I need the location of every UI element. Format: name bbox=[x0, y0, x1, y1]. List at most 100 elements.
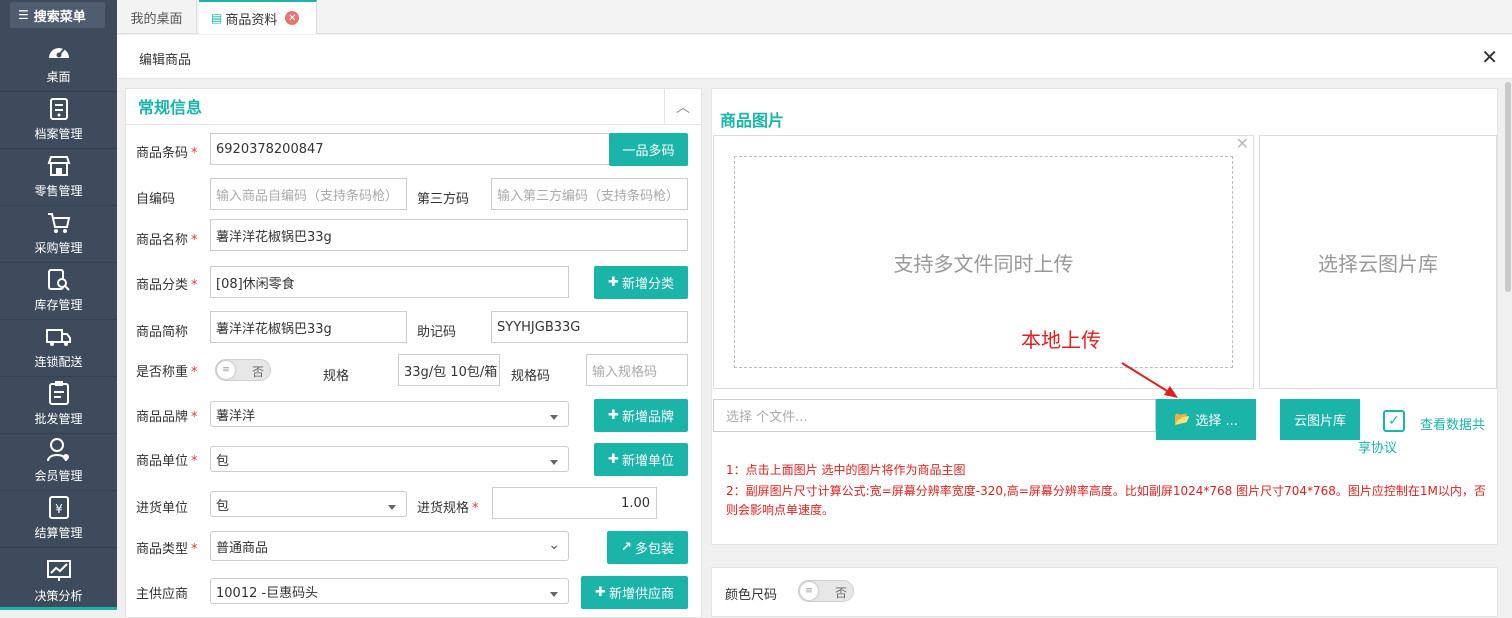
scrollbar[interactable] bbox=[1504, 80, 1512, 610]
sidebar-item-purchase[interactable]: 采购管理 bbox=[0, 207, 117, 263]
truck-icon bbox=[45, 329, 71, 346]
purchase-unit-select[interactable]: 包 bbox=[210, 491, 407, 517]
local-upload-annotation: 本地上传 bbox=[1021, 328, 1101, 352]
sidebar-item-retail[interactable]: 零售管理 bbox=[0, 150, 117, 206]
svg-text:¥: ¥ bbox=[55, 502, 63, 516]
category-label: 商品分类 * bbox=[136, 278, 198, 293]
spec-input[interactable]: 33g/包 10包/箱 bbox=[398, 354, 500, 386]
tab-bar: 我的桌面 ▤ 商品资料 ✕ bbox=[117, 0, 1512, 34]
collapse-chevron-icon[interactable]: ︿ bbox=[664, 89, 701, 125]
add-supplier-button[interactable]: ✚ 新增供应商 bbox=[581, 576, 688, 609]
add-brand-button[interactable]: ✚ 新增品牌 bbox=[594, 399, 688, 432]
sidebar-item-member[interactable]: 会员管理 bbox=[0, 435, 117, 491]
plus-icon: ✚ bbox=[608, 408, 619, 423]
dashboard-icon bbox=[48, 48, 69, 58]
tab-product-info[interactable]: ▤ 商品资料 ✕ bbox=[199, 0, 317, 34]
annotation-arrow-icon bbox=[1121, 362, 1178, 398]
multi-code-button[interactable]: 一品多码 bbox=[609, 133, 688, 166]
sidebar-item-wholesale[interactable]: 批发管理 bbox=[0, 378, 117, 434]
close-tab-icon[interactable]: ✕ bbox=[285, 11, 300, 25]
barcode-input[interactable]: 6920378200847 bbox=[210, 133, 610, 165]
sidebar-item-desktop[interactable]: 桌面 bbox=[0, 36, 117, 92]
spec-label: 规格 bbox=[323, 369, 350, 384]
plus-icon: ✚ bbox=[608, 275, 619, 290]
sidebar-item-label: 批发管理 bbox=[34, 412, 83, 426]
name-input[interactable]: 薯洋洋花椒锅巴33g bbox=[210, 219, 688, 251]
upload-hint: 支持多文件同时上传 bbox=[734, 156, 1233, 368]
sidebar-item-inventory[interactable]: 库存管理 bbox=[0, 264, 117, 320]
sidebar-item-label: 零售管理 bbox=[34, 184, 83, 198]
product-images-panel: 商品图片 ✕ 支持多文件同时上传 本地上传 选择云图片库 选择 个文件... 📂… bbox=[711, 88, 1498, 545]
folder-icon: 📂 bbox=[1174, 412, 1191, 427]
menu-search-icon: ☰ bbox=[18, 8, 29, 22]
multi-pack-button[interactable]: ↗ 多包装 bbox=[607, 531, 688, 564]
sidebar-item-label: 档案管理 bbox=[34, 127, 83, 141]
plus-icon: ✚ bbox=[595, 585, 606, 600]
document-icon: ▤ bbox=[211, 11, 223, 25]
sidebar-item-label: 决策分析 bbox=[34, 589, 83, 603]
color-size-toggle[interactable]: ≡ 否 bbox=[798, 580, 854, 602]
scroll-thumb[interactable] bbox=[1505, 82, 1511, 292]
short-name-input[interactable]: 薯洋洋花椒锅巴33g bbox=[210, 311, 407, 343]
member-icon bbox=[46, 438, 69, 462]
sidebar-item-decision[interactable]: 决策分析 bbox=[0, 549, 117, 610]
mnemonic-label: 助记码 bbox=[417, 325, 457, 340]
tab-my-desktop[interactable]: 我的桌面 bbox=[117, 0, 197, 34]
add-unit-button[interactable]: ✚ 新增单位 bbox=[594, 443, 688, 476]
tab-label: 商品资料 bbox=[225, 12, 278, 28]
sidebar-item-label: 连锁配送 bbox=[34, 355, 83, 369]
type-select[interactable]: 普通商品 bbox=[210, 531, 569, 561]
name-label: 商品名称 * bbox=[136, 233, 198, 248]
color-size-label: 颜色尺码 bbox=[725, 588, 778, 603]
file-name-input[interactable]: 选择 个文件... bbox=[713, 399, 1156, 432]
sidebar-item-label: 采购管理 bbox=[34, 241, 83, 255]
cloud-library-area[interactable]: 选择云图片库 bbox=[1259, 135, 1497, 389]
purchase-spec-label: 进货规格 * bbox=[417, 501, 479, 516]
sidebar: ☰ 搜索菜单 桌面 档案管理 零售管理 采购管理 库存管理 连锁配送 批发管理 … bbox=[0, 0, 117, 610]
sidebar-item-archive[interactable]: 档案管理 bbox=[0, 93, 117, 149]
sidebar-item-label: 桌面 bbox=[46, 70, 71, 84]
self-code-input[interactable]: 输入商品自编码（支持条码枪） bbox=[210, 178, 407, 210]
yen-icon: ¥ bbox=[48, 496, 69, 519]
inventory-search-icon bbox=[47, 269, 70, 291]
spec-code-label: 规格码 bbox=[511, 369, 551, 384]
sidebar-item-label: 库存管理 bbox=[34, 298, 83, 312]
upload-dropzone[interactable]: ✕ 支持多文件同时上传 本地上传 bbox=[713, 134, 1254, 389]
category-input[interactable]: [08]休闲零食 bbox=[210, 266, 569, 298]
close-icon[interactable]: ✕ bbox=[1481, 45, 1498, 69]
main-content: 常规信息 ︿ 商品条码 * 6920378200847 一品多码 自编码 输入商品… bbox=[117, 80, 1512, 618]
share-agreement-link-cont[interactable]: 享协议 bbox=[1358, 437, 1397, 456]
sidebar-item-label: 结算管理 bbox=[34, 526, 83, 540]
type-label: 商品类型 * bbox=[136, 542, 198, 557]
spec-code-input[interactable]: 输入规格码 bbox=[586, 354, 688, 386]
external-link-icon: ↗ bbox=[621, 540, 632, 555]
remove-icon[interactable]: ✕ bbox=[1236, 134, 1249, 153]
panel-header: 常规信息 ︿ bbox=[126, 89, 701, 125]
share-agreement-link[interactable]: 查看数据共 bbox=[1420, 414, 1485, 433]
third-code-input[interactable]: 输入第三方编码（支持条码枪） bbox=[491, 178, 688, 210]
mnemonic-input[interactable]: SYYHJGB33G bbox=[491, 311, 688, 343]
brand-select[interactable]: 薯洋洋 bbox=[210, 401, 569, 427]
weigh-toggle[interactable]: ≡ 否 bbox=[215, 359, 271, 381]
search-menu-button[interactable]: ☰ 搜索菜单 bbox=[10, 2, 105, 28]
toggle-text: 否 bbox=[834, 586, 847, 600]
clipboard-icon bbox=[48, 381, 69, 405]
cloud-library-button[interactable]: 云图片库 bbox=[1280, 399, 1360, 440]
supplier-label: 主供应商 bbox=[136, 587, 189, 602]
share-agreement-checkbox[interactable]: ✓ bbox=[1383, 410, 1405, 432]
edit-header: 编辑商品 ✕ bbox=[117, 35, 1512, 79]
purchase-unit-label: 进货单位 bbox=[136, 501, 189, 516]
unit-select[interactable]: 包 bbox=[210, 446, 569, 472]
archive-icon bbox=[49, 98, 68, 120]
weigh-label: 是否称重 * bbox=[136, 365, 198, 380]
general-info-panel: 常规信息 ︿ 商品条码 * 6920378200847 一品多码 自编码 输入商品… bbox=[125, 88, 702, 618]
images-title: 商品图片 bbox=[720, 111, 785, 130]
purchase-spec-input[interactable]: 1.00 bbox=[492, 487, 657, 519]
store-icon bbox=[47, 156, 70, 176]
choose-file-button[interactable]: 📂 选择 ... bbox=[1156, 399, 1256, 440]
supplier-select[interactable]: 10012 -巨惠码头 bbox=[210, 578, 569, 604]
add-category-button[interactable]: ✚ 新增分类 bbox=[594, 266, 688, 299]
sidebar-item-chain-delivery[interactable]: 连锁配送 bbox=[0, 321, 117, 377]
sidebar-item-settlement[interactable]: ¥ 结算管理 bbox=[0, 492, 117, 548]
plus-icon: ✚ bbox=[608, 452, 619, 467]
